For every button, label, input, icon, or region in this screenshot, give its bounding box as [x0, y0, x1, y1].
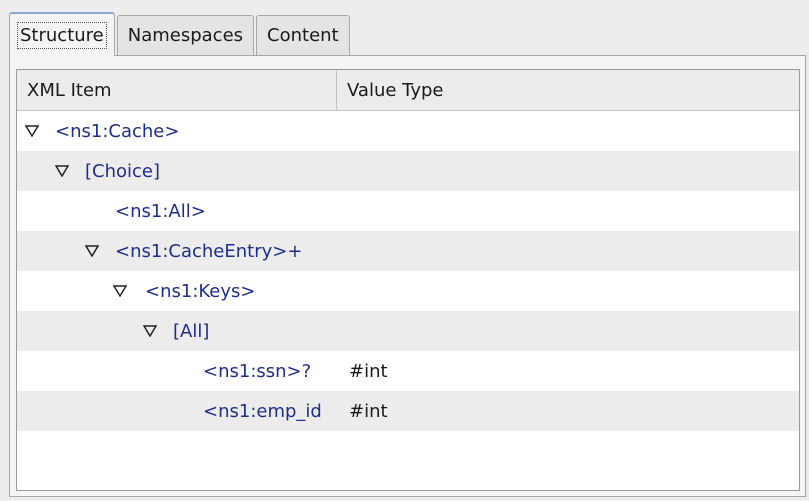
tree-row[interactable]: <ns1:All>	[17, 191, 799, 231]
tree-row[interactable]: <ns1:Cache>	[17, 111, 799, 151]
expand-triangle-icon[interactable]	[55, 165, 69, 177]
structure-panel: XML Item Value Type <ns1:Cache> [Choice]…	[9, 55, 806, 497]
tree-row[interactable]: <ns1:Keys>	[17, 271, 799, 311]
tree-item-label: <ns1:ssn>?	[203, 360, 312, 382]
xml-tree-table: XML Item Value Type <ns1:Cache> [Choice]…	[16, 69, 800, 491]
expand-triangle-icon[interactable]	[143, 325, 157, 337]
tree-row[interactable]: <ns1:emp_id #int	[17, 391, 799, 431]
tree-item-label: <ns1:Cache>	[55, 120, 180, 142]
tree-item-label: <ns1:emp_id	[203, 400, 322, 422]
tab-namespaces-label: Namespaces	[127, 25, 244, 46]
xml-structure-window: Structure Namespaces Content XML Item Va…	[0, 0, 809, 501]
table-header: XML Item Value Type	[17, 70, 799, 111]
tab-structure-label: Structure	[17, 21, 107, 49]
tree-item-label: [Choice]	[85, 160, 161, 182]
tab-structure[interactable]: Structure	[9, 12, 115, 56]
expand-triangle-icon[interactable]	[85, 245, 99, 257]
tree-row[interactable]: <ns1:ssn>? #int	[17, 351, 799, 391]
tree-row[interactable]: [All]	[17, 311, 799, 351]
tab-bar: Structure Namespaces Content	[9, 11, 352, 56]
tree-row[interactable]: [Choice]	[17, 151, 799, 191]
tree-rows: <ns1:Cache> [Choice] <ns1:All> <ns1:Cach…	[17, 111, 799, 431]
tree-item-label: <ns1:CacheEntry>+	[115, 240, 303, 262]
tab-content-label: Content	[267, 25, 339, 46]
tree-item-label: <ns1:Keys>	[145, 280, 256, 302]
tab-content[interactable]: Content	[256, 15, 350, 55]
expand-triangle-icon[interactable]	[113, 285, 127, 297]
tab-namespaces[interactable]: Namespaces	[116, 15, 255, 55]
tree-item-value-type: #int	[349, 400, 388, 422]
tree-item-label: [All]	[173, 320, 210, 342]
expand-triangle-icon[interactable]	[25, 125, 39, 137]
tree-row[interactable]: <ns1:CacheEntry>+	[17, 231, 799, 271]
column-header-value-type[interactable]: Value Type	[337, 70, 799, 110]
tree-item-label: <ns1:All>	[115, 200, 206, 222]
tree-item-value-type: #int	[349, 360, 388, 382]
column-header-xml-item[interactable]: XML Item	[17, 70, 337, 110]
